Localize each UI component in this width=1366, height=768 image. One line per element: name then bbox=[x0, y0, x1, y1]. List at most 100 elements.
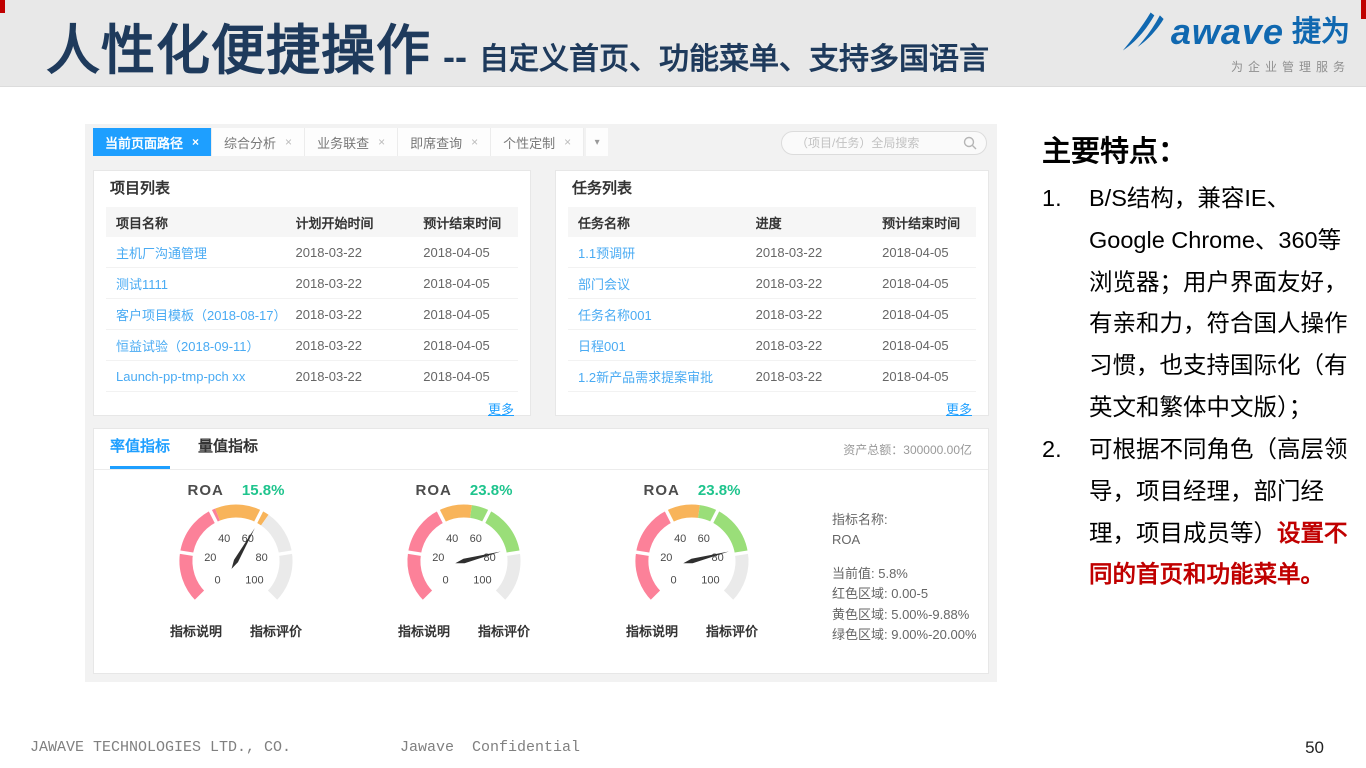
svg-text:100: 100 bbox=[245, 574, 263, 586]
item-link[interactable]: 部门会议 bbox=[568, 274, 756, 293]
tab-close-icon[interactable]: × bbox=[564, 135, 571, 149]
table-row: 部门会议2018-03-222018-04-05 bbox=[568, 268, 976, 299]
gauge-name: ROA bbox=[416, 482, 452, 499]
list-item: 1.B/S结构，兼容IE、Google Chrome、360等浏览器；用户界面友… bbox=[1042, 178, 1350, 429]
item-link[interactable]: 1.1预调研 bbox=[568, 243, 756, 262]
column-header: 任务名称 bbox=[568, 213, 756, 232]
date-cell: 2018-03-22 bbox=[296, 369, 424, 384]
indicator-header: 率值指标量值指标 资产总额：300000.00亿 bbox=[94, 429, 988, 470]
page-tab[interactable]: 当前页面路径× bbox=[93, 128, 212, 156]
item-link[interactable]: 任务名称001 bbox=[568, 305, 756, 324]
legend-lines: 当前值: 5.8%红色区域: 0.00-5黄色区域: 5.00%-9.88%绿色… bbox=[832, 564, 977, 645]
table-row: 测试11112018-03-222018-04-05 bbox=[106, 268, 518, 299]
gauge-chart: 020406080100 bbox=[151, 499, 321, 619]
item-link[interactable]: Launch-pp-tmp-pch xx bbox=[106, 369, 296, 384]
item-link[interactable]: 测试1111 bbox=[106, 274, 296, 293]
column-header: 预计结束时间 bbox=[882, 213, 976, 232]
item-link[interactable]: 1.2新产品需求提案审批 bbox=[568, 367, 756, 386]
indicator-tabs: 率值指标量值指标 bbox=[110, 429, 286, 469]
legend-name-label: 指标名称: bbox=[832, 510, 977, 530]
indicator-panel: 率值指标量值指标 资产总额：300000.00亿 ROA15.8%0204060… bbox=[93, 428, 989, 674]
gauge-action-button[interactable]: 指标评价 bbox=[706, 621, 758, 640]
tab-label: 个性定制 bbox=[503, 133, 555, 152]
tab-close-icon[interactable]: × bbox=[378, 135, 385, 149]
footer-confidential: Jawave Confidential bbox=[400, 739, 580, 756]
date-cell: 2018-04-05 bbox=[882, 369, 976, 384]
legend-line: 当前值: 5.8% bbox=[832, 564, 977, 584]
tab-close-icon[interactable]: × bbox=[192, 135, 199, 149]
gauge-action-button[interactable]: 指标说明 bbox=[626, 621, 678, 640]
gauge-buttons: 指标说明 指标评价 bbox=[170, 621, 302, 640]
svg-text:60: 60 bbox=[470, 533, 482, 545]
table-row: 1.2新产品需求提案审批2018-03-222018-04-05 bbox=[568, 361, 976, 392]
date-cell: 2018-03-22 bbox=[756, 338, 882, 353]
tab-label: 业务联查 bbox=[317, 133, 369, 152]
highlight-text: 设置不同的首页和功能菜单。 bbox=[1089, 520, 1348, 588]
panel-title: 任务列表 bbox=[556, 171, 988, 207]
indicator-tab[interactable]: 量值指标 bbox=[198, 429, 258, 469]
task-list-panel: 任务列表 任务名称 进度 预计结束时间 1.1预调研2018-03-222018… bbox=[555, 170, 989, 416]
date-cell: 2018-04-05 bbox=[423, 369, 518, 384]
assets-total-label: 资产总额：300000.00亿 bbox=[843, 441, 972, 458]
app-screenshot: 当前页面路径×综合分析×业务联查×即席查询×个性定制×▾ 项目列表 项目名称 计… bbox=[85, 124, 997, 682]
more-row: 更多 bbox=[94, 392, 530, 418]
search-input[interactable] bbox=[782, 136, 963, 150]
svg-text:0: 0 bbox=[671, 574, 677, 586]
column-header: 预计结束时间 bbox=[423, 213, 518, 232]
column-header: 项目名称 bbox=[106, 213, 296, 232]
item-link[interactable]: 日程001 bbox=[568, 336, 756, 355]
gauge-title-row: ROA23.8% bbox=[644, 482, 741, 499]
tab-overflow-button[interactable]: ▾ bbox=[586, 128, 608, 156]
legend-line: 黄色区域: 5.00%-9.88% bbox=[832, 605, 977, 625]
search-icon[interactable] bbox=[963, 136, 977, 150]
page-tab[interactable]: 个性定制 × bbox=[491, 128, 584, 156]
page-tab[interactable]: 综合分析× bbox=[212, 128, 305, 156]
gauge-block: ROA23.8%020406080100指标说明指标评价 bbox=[578, 478, 806, 645]
page-tab[interactable]: 即席查询× bbox=[398, 128, 491, 156]
more-link[interactable]: 更多 bbox=[946, 399, 972, 418]
date-cell: 2018-04-05 bbox=[423, 338, 518, 353]
footer-page-number: 50 bbox=[1305, 738, 1324, 758]
table-body: 1.1预调研2018-03-222018-04-05部门会议2018-03-22… bbox=[556, 237, 988, 392]
gauge-buttons: 指标说明 指标评价 bbox=[398, 621, 530, 640]
column-header: 进度 bbox=[756, 213, 882, 232]
gauge-action-button[interactable]: 指标评价 bbox=[250, 621, 302, 640]
legend-gap bbox=[832, 550, 977, 564]
tab-close-icon[interactable]: × bbox=[285, 135, 292, 149]
logo-brand-cn: 捷为 bbox=[1292, 18, 1350, 47]
date-cell: 2018-03-22 bbox=[756, 276, 882, 291]
gauge-block: ROA 23.8%020406080100 指标说明 指标评价 bbox=[350, 478, 578, 645]
indicator-tab[interactable]: 率值指标 bbox=[110, 429, 170, 469]
item-link[interactable]: 主机厂沟通管理 bbox=[106, 243, 296, 262]
title-subtitle: 自定义首页、功能菜单、支持多国语言 bbox=[479, 34, 989, 78]
gauge-name: ROA bbox=[644, 482, 680, 499]
jawave-logo: awave 捷为 为企业管理服务 bbox=[1121, 10, 1350, 75]
svg-text:40: 40 bbox=[218, 533, 230, 545]
page-tab[interactable]: 业务联查 × bbox=[305, 128, 398, 156]
table-row: 任务名称0012018-03-222018-04-05 bbox=[568, 299, 976, 330]
list-number: 2. bbox=[1042, 429, 1089, 596]
gauge-action-button[interactable]: 指标说明 bbox=[398, 621, 450, 640]
title-separator: -- bbox=[443, 36, 467, 78]
tab-bar: 当前页面路径×综合分析×业务联查×即席查询×个性定制×▾ bbox=[93, 128, 608, 156]
svg-text:60: 60 bbox=[698, 533, 710, 545]
date-cell: 2018-04-05 bbox=[423, 276, 518, 291]
date-cell: 2018-04-05 bbox=[882, 245, 976, 260]
table-row: 日程0012018-03-222018-04-05 bbox=[568, 330, 976, 361]
more-link[interactable]: 更多 bbox=[488, 399, 514, 418]
item-link[interactable]: 恒益试验（2018-09-11） bbox=[106, 336, 296, 355]
item-link[interactable]: 客户项目模板（2018-08-17） bbox=[106, 305, 296, 324]
gauge-chart: 020406080100 bbox=[379, 499, 549, 619]
date-cell: 2018-03-22 bbox=[756, 245, 882, 260]
gauge-action-button[interactable]: 指标说明 bbox=[170, 621, 222, 640]
svg-text:20: 20 bbox=[660, 552, 672, 564]
svg-text:100: 100 bbox=[701, 574, 719, 586]
date-cell: 2018-04-05 bbox=[882, 276, 976, 291]
date-cell: 2018-03-22 bbox=[756, 369, 882, 384]
project-list-panel: 项目列表 项目名称 计划开始时间 预计结束时间 主机厂沟通管理2018-03-2… bbox=[93, 170, 531, 416]
gauge-value: 15.8% bbox=[242, 482, 285, 499]
tab-close-icon[interactable]: × bbox=[471, 135, 478, 149]
gauge-value: 23.8% bbox=[470, 482, 513, 499]
logo-swoosh-icon bbox=[1121, 10, 1171, 54]
gauge-action-button[interactable]: 指标评价 bbox=[478, 621, 530, 640]
